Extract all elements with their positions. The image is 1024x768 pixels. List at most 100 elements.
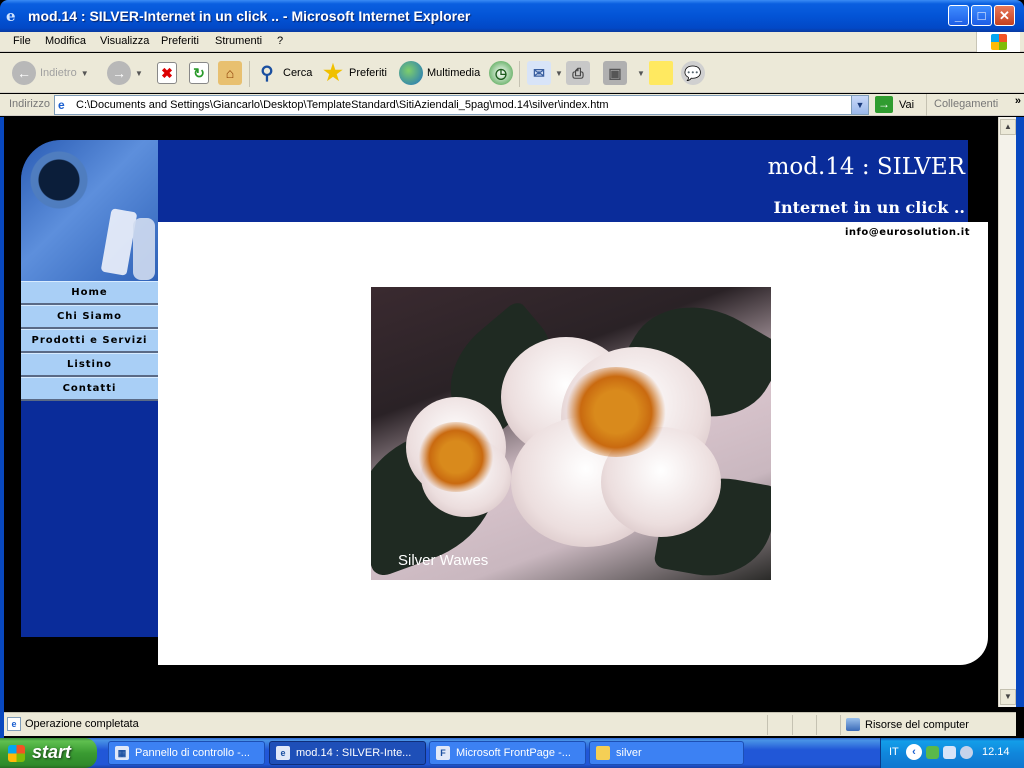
internet-explorer-icon: e bbox=[6, 7, 16, 25]
nav-prodotti-servizi[interactable]: Prodotti e Servizi bbox=[21, 329, 158, 353]
mail-dropdown-icon[interactable]: ▼ bbox=[555, 69, 563, 78]
address-dropdown-icon[interactable]: ▼ bbox=[851, 96, 868, 114]
favorites-label: Preferiti bbox=[349, 67, 387, 79]
scroll-up-icon[interactable]: ▲ bbox=[1000, 119, 1016, 135]
taskbar-item-label: silver bbox=[616, 747, 642, 759]
taskbar-item-control-panel[interactable]: ▦ Pannello di controllo -... bbox=[108, 741, 265, 765]
toolbar-separator bbox=[519, 61, 520, 87]
stethoscope-banner-image bbox=[21, 140, 158, 281]
menu-bar: File Modifica Visualizza Preferiti Strum… bbox=[0, 32, 1024, 52]
edit-dropdown-icon[interactable]: ▼ bbox=[637, 69, 645, 78]
network-icon[interactable] bbox=[926, 746, 939, 759]
banner-tube-shape bbox=[133, 218, 155, 280]
forward-dropdown-icon[interactable]: ▼ bbox=[135, 69, 143, 78]
side-navigation: Home Chi Siamo Prodotti e Servizi Listin… bbox=[21, 281, 158, 401]
favorites-button[interactable]: ★ Preferiti bbox=[321, 59, 387, 87]
chevron-left-icon[interactable]: ‹ bbox=[906, 744, 922, 760]
taskbar: start ▦ Pannello di controllo -... e mod… bbox=[0, 738, 1024, 768]
edit-button[interactable]: ▣ ▼ bbox=[603, 59, 645, 87]
address-url[interactable]: C:\Documents and Settings\Giancarlo\Desk… bbox=[76, 99, 609, 111]
menu-preferiti[interactable]: Preferiti bbox=[161, 35, 199, 47]
page-header: mod.14 : SILVER Internet in un click .. bbox=[158, 140, 968, 222]
address-bar: Indirizzo e C:\Documents and Settings\Gi… bbox=[0, 94, 1024, 116]
stamens-shape bbox=[561, 367, 671, 457]
mail-icon: ✉ bbox=[527, 61, 551, 85]
close-button[interactable]: ✕ bbox=[994, 5, 1015, 26]
search-button[interactable]: ⚲ Cerca bbox=[255, 59, 312, 87]
page-status-icon: e bbox=[7, 717, 21, 731]
menu-help[interactable]: ? bbox=[277, 35, 283, 47]
home-button[interactable]: ⌂ bbox=[218, 59, 242, 87]
links-label: Collegamenti bbox=[934, 98, 999, 110]
menu-strumenti[interactable]: Strumenti bbox=[215, 35, 262, 47]
start-label: start bbox=[32, 742, 72, 762]
taskbar-item-label: Microsoft FrontPage -... bbox=[456, 747, 571, 759]
back-dropdown-icon[interactable]: ▼ bbox=[81, 69, 89, 78]
menu-modifica[interactable]: Modifica bbox=[45, 35, 86, 47]
windows-logo bbox=[976, 32, 1020, 52]
nav-home[interactable]: Home bbox=[21, 281, 158, 305]
notes-button[interactable] bbox=[649, 59, 673, 87]
history-button[interactable]: ◷ bbox=[489, 59, 513, 87]
frontpage-icon: F bbox=[436, 746, 450, 760]
mail-button[interactable]: ✉ ▼ bbox=[527, 59, 563, 87]
print-button[interactable]: ⎙ bbox=[566, 59, 590, 87]
address-input[interactable]: e C:\Documents and Settings\Giancarlo\De… bbox=[54, 95, 869, 115]
page-subtitle: Internet in un click .. bbox=[773, 198, 965, 217]
refresh-button[interactable]: ↻ bbox=[189, 59, 209, 87]
nav-listino[interactable]: Listino bbox=[21, 353, 158, 377]
arrow-left-icon: ← bbox=[12, 61, 36, 85]
star-icon: ★ bbox=[323, 60, 343, 85]
media-label: Multimedia bbox=[427, 67, 481, 79]
main-content: info@eurosolution.it Silver Wawes bbox=[158, 222, 988, 665]
title-bar: e mod.14 : SILVER-Internet in un click .… bbox=[0, 0, 1024, 32]
status-text: Operazione completata bbox=[25, 718, 139, 730]
monitor-icon[interactable] bbox=[943, 746, 956, 759]
nav-chi-siamo[interactable]: Chi Siamo bbox=[21, 305, 158, 329]
status-divider bbox=[816, 715, 817, 735]
arrow-right-icon: → bbox=[107, 61, 131, 85]
menu-file[interactable]: File bbox=[13, 35, 31, 47]
taskbar-item-label: mod.14 : SILVER-Inte... bbox=[296, 747, 412, 759]
globe-icon[interactable] bbox=[960, 746, 973, 759]
taskbar-item-internet-explorer[interactable]: e mod.14 : SILVER-Inte... bbox=[269, 741, 426, 765]
minimize-button[interactable]: _ bbox=[948, 5, 969, 26]
window-title: mod.14 : SILVER-Internet in un click .. … bbox=[28, 8, 471, 24]
scroll-down-icon[interactable]: ▼ bbox=[1000, 689, 1016, 705]
go-button[interactable]: → Vai bbox=[875, 96, 914, 113]
edit-icon: ▣ bbox=[603, 61, 627, 85]
maximize-button[interactable]: □ bbox=[971, 5, 992, 26]
speech-bubble-icon: 💬 bbox=[681, 61, 705, 85]
control-panel-icon: ▦ bbox=[115, 746, 129, 760]
banner-tube-shape bbox=[100, 208, 138, 276]
media-globe-icon bbox=[399, 61, 423, 85]
nav-contatti[interactable]: Contatti bbox=[21, 377, 158, 401]
status-divider bbox=[792, 715, 793, 735]
messenger-button[interactable]: 💬 bbox=[681, 59, 705, 87]
media-button[interactable]: Multimedia bbox=[399, 59, 480, 87]
go-label: Vai bbox=[899, 98, 915, 111]
status-divider bbox=[840, 715, 841, 735]
windows-flag-icon bbox=[8, 745, 25, 762]
status-divider bbox=[767, 715, 768, 735]
status-bar: e Operazione completata Risorse del comp… bbox=[4, 712, 1016, 736]
language-indicator[interactable]: IT bbox=[889, 746, 899, 758]
chevron-right-icon[interactable]: » bbox=[1015, 95, 1021, 107]
search-label: Cerca bbox=[283, 67, 313, 79]
stop-button[interactable]: ✖ bbox=[157, 59, 177, 87]
start-button[interactable]: start bbox=[0, 738, 97, 768]
back-button[interactable]: ← Indietro ▼ bbox=[12, 59, 89, 87]
taskbar-item-silver-folder[interactable]: silver bbox=[589, 741, 744, 765]
taskbar-item-frontpage[interactable]: F Microsoft FrontPage -... bbox=[429, 741, 586, 765]
search-icon: ⚲ bbox=[260, 63, 274, 83]
links-toolbar[interactable]: Collegamenti » bbox=[926, 94, 1024, 116]
windows-flag-icon bbox=[991, 34, 1007, 50]
refresh-icon: ↻ bbox=[189, 62, 209, 84]
flower-image: Silver Wawes bbox=[371, 287, 771, 580]
menu-visualizza[interactable]: Visualizza bbox=[100, 35, 149, 47]
go-arrow-icon: → bbox=[875, 96, 893, 113]
clock[interactable]: 12.14 bbox=[982, 746, 1010, 758]
vertical-scrollbar[interactable]: ▲ ▼ bbox=[998, 117, 1016, 707]
email-link[interactable]: info@eurosolution.it bbox=[845, 227, 970, 238]
forward-button[interactable]: → ▼ bbox=[107, 59, 143, 87]
